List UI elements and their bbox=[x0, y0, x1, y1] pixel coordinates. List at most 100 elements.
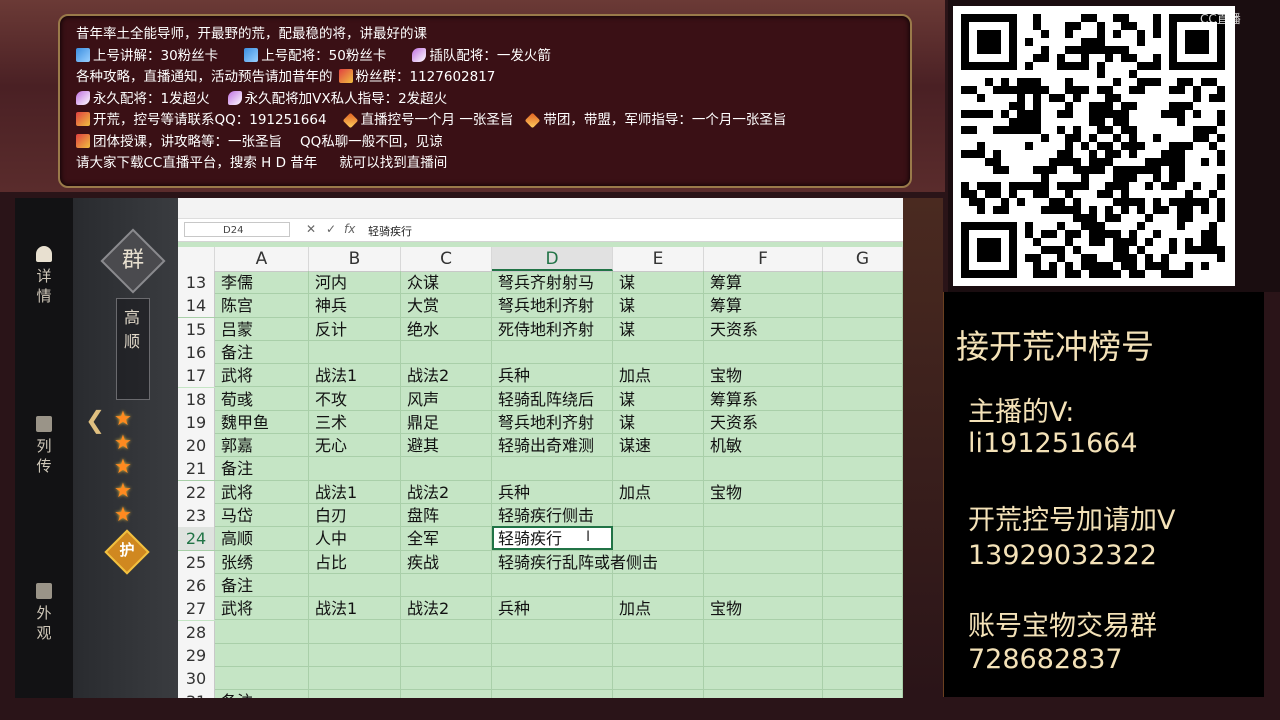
cell[interactable]: 战法2 bbox=[401, 481, 492, 504]
cell[interactable] bbox=[823, 434, 903, 457]
cell[interactable]: 吕蒙 bbox=[215, 318, 309, 341]
cell[interactable]: 谋 bbox=[613, 411, 704, 434]
cell[interactable] bbox=[613, 551, 704, 574]
cancel-icon[interactable]: ✕ bbox=[306, 222, 316, 236]
cell[interactable] bbox=[309, 574, 401, 597]
cell[interactable]: 战法1 bbox=[309, 481, 401, 504]
cell[interactable] bbox=[401, 457, 492, 480]
cell[interactable] bbox=[704, 644, 823, 667]
cell[interactable] bbox=[823, 667, 903, 690]
cell[interactable]: 筹算 bbox=[704, 271, 823, 294]
column-header[interactable]: F bbox=[704, 247, 823, 271]
cell[interactable]: 马岱 bbox=[215, 504, 309, 527]
cell[interactable]: 武将 bbox=[215, 481, 309, 504]
row-header[interactable]: 17 bbox=[178, 364, 215, 388]
row-header[interactable]: 24 bbox=[178, 527, 215, 551]
row-header[interactable]: 28 bbox=[178, 620, 215, 644]
cell[interactable] bbox=[823, 411, 903, 434]
chevron-left-icon[interactable]: ❮ bbox=[85, 406, 105, 434]
column-header[interactable]: C bbox=[401, 247, 492, 271]
sidebar-item[interactable]: 外 观 bbox=[15, 583, 73, 643]
cell[interactable] bbox=[401, 341, 492, 364]
cell[interactable]: 宝物 bbox=[704, 364, 823, 387]
cell[interactable]: 避其 bbox=[401, 434, 492, 457]
cell[interactable] bbox=[704, 667, 823, 690]
cell[interactable]: 疾战 bbox=[401, 551, 492, 574]
cell[interactable]: 备注 bbox=[215, 574, 309, 597]
cell[interactable]: 占比 bbox=[309, 551, 401, 574]
cell[interactable]: 李儒 bbox=[215, 271, 309, 294]
cell[interactable]: 全军 bbox=[401, 527, 492, 550]
cell[interactable]: 三术 bbox=[309, 411, 401, 434]
cell[interactable]: 筹算 bbox=[704, 294, 823, 317]
cell[interactable]: 战法2 bbox=[401, 364, 492, 387]
cell[interactable] bbox=[823, 644, 903, 667]
cell[interactable]: 鼎足 bbox=[401, 411, 492, 434]
column-header[interactable]: D bbox=[492, 247, 613, 271]
sidebar-item[interactable]: 详 情 bbox=[15, 246, 73, 306]
cell[interactable] bbox=[309, 621, 401, 644]
row-header[interactable]: 20 bbox=[178, 434, 215, 458]
name-box[interactable]: D24 bbox=[184, 222, 290, 237]
cell[interactable]: 机敏 bbox=[704, 434, 823, 457]
cell[interactable]: 谋 bbox=[613, 271, 704, 294]
cell[interactable]: 谋 bbox=[613, 388, 704, 411]
row-header[interactable]: 14 bbox=[178, 294, 215, 318]
cell[interactable] bbox=[613, 574, 704, 597]
cell[interactable]: 不攻 bbox=[309, 388, 401, 411]
cell[interactable] bbox=[704, 621, 823, 644]
cell[interactable] bbox=[823, 527, 903, 550]
row-header[interactable]: 13 bbox=[178, 271, 215, 294]
cell[interactable] bbox=[823, 294, 903, 317]
cell[interactable] bbox=[309, 667, 401, 690]
column-header[interactable]: E bbox=[613, 247, 704, 271]
cell[interactable]: 宝物 bbox=[704, 481, 823, 504]
cell[interactable]: 神兵 bbox=[309, 294, 401, 317]
row-header[interactable]: 22 bbox=[178, 480, 215, 504]
row-header[interactable]: 25 bbox=[178, 550, 215, 574]
row-header[interactable]: 27 bbox=[178, 597, 215, 621]
formula-input[interactable]: 轻骑疾行 bbox=[368, 223, 412, 239]
cell[interactable]: 无心 bbox=[309, 434, 401, 457]
function-icon[interactable]: fx bbox=[344, 222, 355, 236]
cell[interactable]: 谋 bbox=[613, 318, 704, 341]
cell[interactable] bbox=[401, 667, 492, 690]
cell[interactable]: 白刃 bbox=[309, 504, 401, 527]
row-header[interactable]: 16 bbox=[178, 340, 215, 364]
column-header[interactable]: B bbox=[309, 247, 401, 271]
row-header[interactable]: 18 bbox=[178, 387, 215, 411]
cell[interactable]: 荀彧 bbox=[215, 388, 309, 411]
cell[interactable] bbox=[823, 364, 903, 387]
cell[interactable] bbox=[823, 621, 903, 644]
cell[interactable] bbox=[823, 318, 903, 341]
cell[interactable] bbox=[613, 504, 704, 527]
row-header[interactable]: 23 bbox=[178, 504, 215, 527]
cell[interactable]: 陈宫 bbox=[215, 294, 309, 317]
column-header[interactable]: A bbox=[215, 247, 309, 271]
cell[interactable]: 反计 bbox=[309, 318, 401, 341]
cell[interactable]: 轻骑疾行 bbox=[492, 527, 792, 550]
cell[interactable]: 谋 bbox=[613, 294, 704, 317]
cell[interactable] bbox=[823, 481, 903, 504]
cell[interactable] bbox=[823, 597, 903, 620]
cell[interactable] bbox=[401, 644, 492, 667]
cell[interactable] bbox=[704, 574, 823, 597]
cell[interactable]: 谋速 bbox=[613, 434, 704, 457]
cell[interactable]: 众谋 bbox=[401, 271, 492, 294]
cell[interactable]: 魏甲鱼 bbox=[215, 411, 309, 434]
cell[interactable]: 武将 bbox=[215, 597, 309, 620]
sidebar-item[interactable]: 列 传 bbox=[15, 416, 73, 476]
cell[interactable]: 天资系 bbox=[704, 318, 823, 341]
cell[interactable] bbox=[704, 341, 823, 364]
cell[interactable]: 风声 bbox=[401, 388, 492, 411]
cell[interactable]: 加点 bbox=[613, 481, 704, 504]
cell[interactable]: 备注 bbox=[215, 457, 309, 480]
select-all-corner[interactable] bbox=[178, 247, 215, 271]
cell[interactable] bbox=[823, 271, 903, 294]
cell[interactable] bbox=[613, 621, 704, 644]
cell[interactable]: 张绣 bbox=[215, 551, 309, 574]
cell[interactable] bbox=[823, 574, 903, 597]
cell[interactable] bbox=[309, 644, 401, 667]
cell[interactable]: 绝水 bbox=[401, 318, 492, 341]
cell[interactable]: 武将 bbox=[215, 364, 309, 387]
